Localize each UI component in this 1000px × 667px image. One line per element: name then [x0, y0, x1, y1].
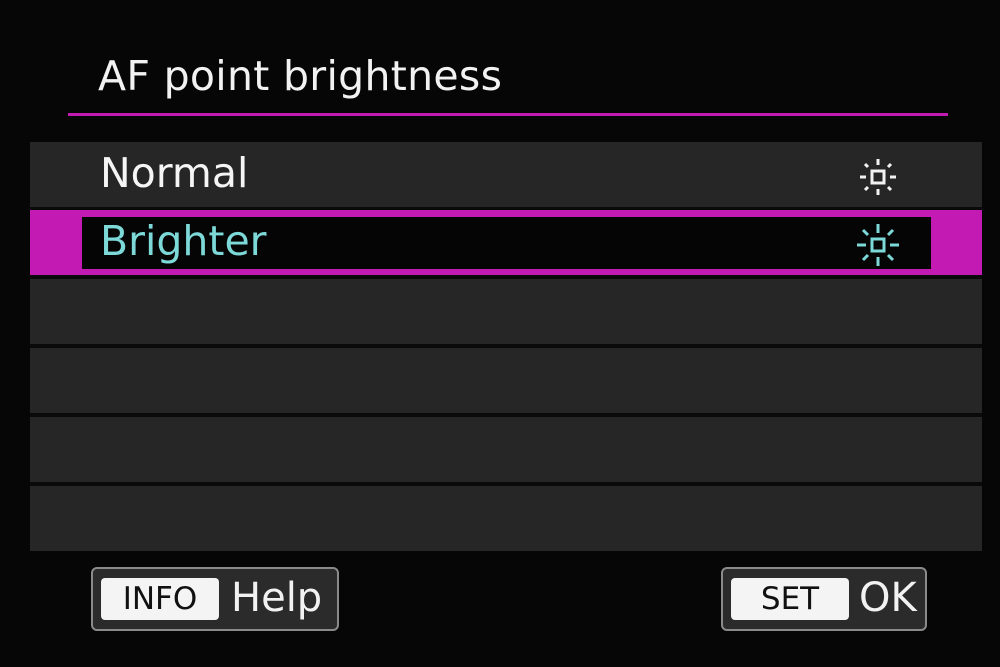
info-key: INFO [101, 578, 219, 620]
set-key: SET [731, 578, 849, 620]
help-button[interactable]: INFO Help [91, 567, 339, 631]
option-label: Brighter [100, 217, 267, 265]
options-list: Normal Brighter [30, 142, 982, 551]
empty-row [30, 348, 982, 413]
page-title: AF point brightness [98, 52, 503, 100]
option-brighter[interactable]: Brighter [30, 210, 982, 275]
help-label: Help [231, 575, 323, 621]
title-divider [68, 113, 948, 116]
af-point-normal-icon [860, 159, 896, 195]
option-label: Normal [100, 149, 249, 197]
ok-label: OK [859, 575, 917, 621]
empty-row [30, 417, 982, 482]
camera-menu-screen: AF point brightness Normal Brighter INFO… [0, 0, 1000, 667]
option-normal[interactable]: Normal [30, 142, 982, 207]
af-point-bright-icon [857, 224, 899, 266]
empty-row [30, 279, 982, 344]
ok-button[interactable]: SET OK [721, 567, 927, 631]
empty-row [30, 486, 982, 551]
